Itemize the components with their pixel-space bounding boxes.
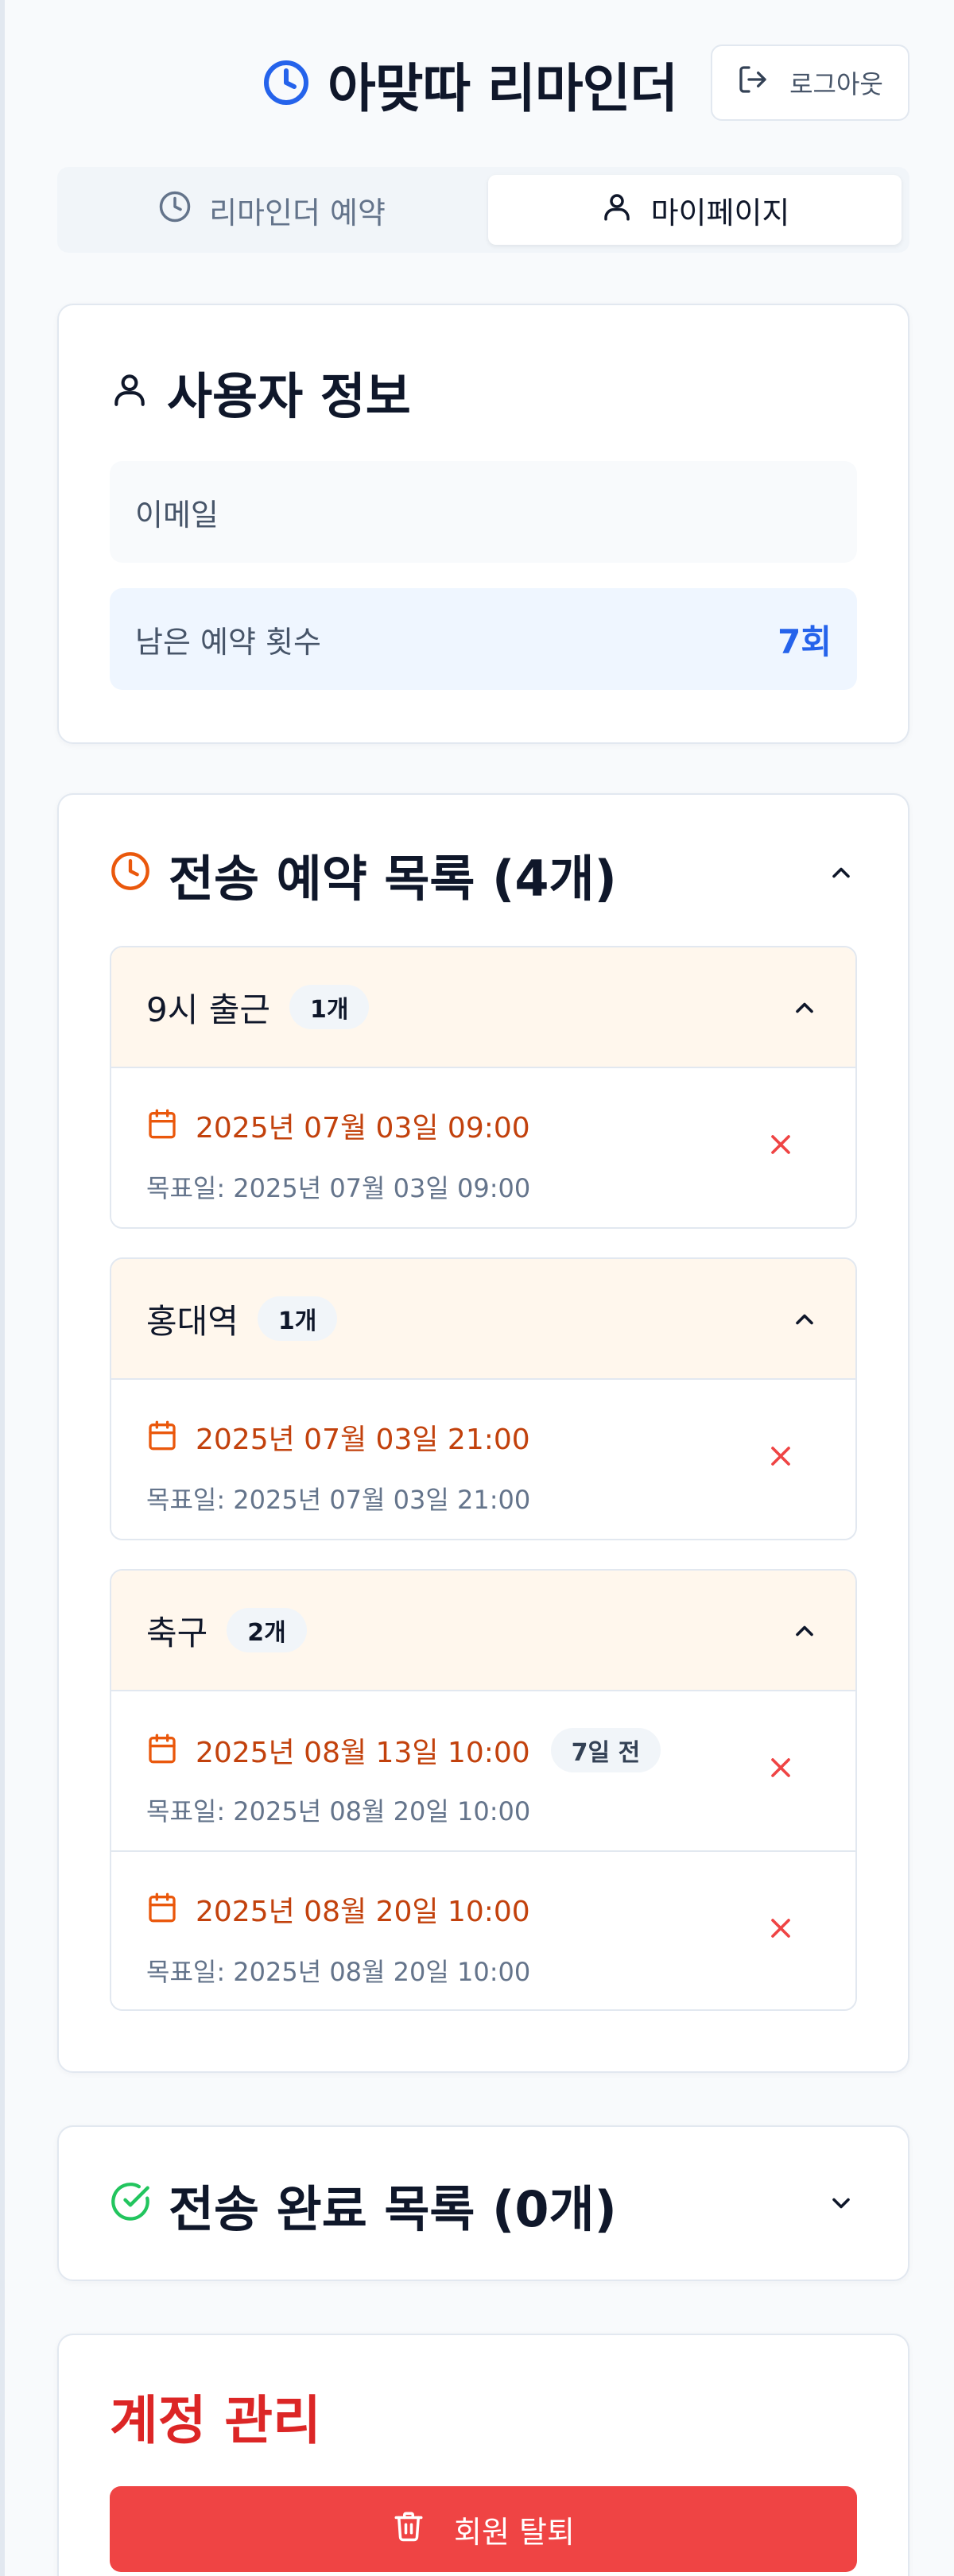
app-title: 아맞따 리마인더 [262,45,678,124]
remaining-label: 남은 예약 횟수 [135,624,321,660]
reminder-item: 2025년 08월 20일 10:00 목표일: 2025년 08월 20일 1… [111,1850,855,2009]
remaining-count-row: 남은 예약 횟수 7회 [110,588,857,690]
tab-reminder-booking[interactable]: 리마인더 예약 [65,175,479,245]
close-icon [765,1912,797,1947]
tab-label: 리마인더 예약 [209,195,386,230]
completed-list-title-text: 전송 완료 목록 (0개) [169,2180,617,2238]
logout-icon [737,64,769,102]
logout-button[interactable]: 로그아웃 [711,45,909,121]
app-title-text: 아맞따 리마인더 [328,58,678,119]
reminder-group-header[interactable]: 9시 출근 1개 [111,947,855,1068]
reminder-group: 9시 출근 1개 2025년 07월 03일 09:00 목표일: 2025년 … [110,946,857,1229]
reminder-date: 2025년 07월 03일 09:00 [196,1112,530,1145]
reminder-date: 2025년 08월 20일 10:00 [196,1896,530,1928]
tab-label: 마이페이지 [650,195,790,230]
reminder-group-header[interactable]: 홍대역 1개 [111,1259,855,1380]
user-info-title-text: 사용자 정보 [167,367,411,425]
withdraw-label: 회원 탈퇴 [454,2514,575,2550]
user-icon [600,190,634,230]
reminder-group: 홍대역 1개 2025년 07월 03일 21:00 목표일: 2025년 07… [110,1257,857,1540]
reminder-item: 2025년 08월 13일 10:00 7일 전 목표일: 2025년 08월 … [111,1691,855,1850]
calendar-icon [146,1108,178,1143]
page: 아맞따 리마인더 로그아웃 리마인더 예약 마이페이지 사용자 정보 이메일 남… [0,0,954,2576]
reminder-date-line: 2025년 08월 20일 10:00 [146,1888,530,1930]
logout-label: 로그아웃 [789,69,883,99]
delete-reminder-button[interactable] [763,1752,798,1787]
trash-icon [392,2509,425,2550]
remaining-value: 7회 [778,622,832,661]
group-name: 9시 출근 [146,990,270,1029]
scheduled-list-title-text: 전송 예약 목록 (4개) [169,850,617,908]
calendar-icon [146,1733,178,1768]
clock-icon [110,846,151,904]
days-before-badge: 7일 전 [550,1728,661,1772]
group-count-badge: 1개 [289,985,370,1029]
reminder-date-line: 2025년 07월 03일 21:00 [146,1416,530,1458]
reminder-item: 2025년 07월 03일 21:00 목표일: 2025년 07월 03일 2… [111,1380,855,1539]
close-icon [765,1440,797,1475]
user-info-title: 사용자 정보 [110,356,411,428]
chevron-down-icon [827,2189,855,2221]
clock-icon [158,190,192,230]
email-row: 이메일 [110,461,857,563]
chevron-up-icon [827,858,855,890]
collapse-scheduled-button[interactable] [825,858,857,890]
delete-reminder-button[interactable] [763,1912,798,1947]
group-count-badge: 2개 [227,1608,307,1652]
reminder-item: 2025년 07월 03일 09:00 목표일: 2025년 07월 03일 0… [111,1068,855,1227]
tab-mypage[interactable]: 마이페이지 [488,175,902,245]
group-name: 홍대역 [146,1301,238,1341]
withdraw-account-button[interactable]: 회원 탈퇴 [110,2486,857,2572]
reminder-group-header[interactable]: 축구 2개 [111,1571,855,1691]
account-management-title: 계정 관리 [110,2390,321,2451]
user-info-card: 사용자 정보 이메일 남은 예약 횟수 7회 [57,304,909,744]
group-name: 축구 [146,1613,208,1652]
left-edge-divider [0,0,5,2576]
close-icon [765,1129,797,1164]
calendar-icon [146,1892,178,1927]
tab-bar: 리마인더 예약 마이페이지 [57,167,909,253]
reminder-date: 2025년 08월 13일 10:00 [196,1737,530,1769]
clock-icon [262,59,310,110]
reminder-date-line: 2025년 07월 03일 09:00 [146,1105,530,1146]
close-icon [765,1752,797,1787]
completed-list-card: 전송 완료 목록 (0개) [57,2125,909,2281]
reminder-group: 축구 2개 2025년 08월 13일 10:00 7일 전 목표일: 2025 [110,1569,857,2011]
email-label: 이메일 [135,497,219,533]
scheduled-list-card: 전송 예약 목록 (4개) 9시 출근 1개 2025년 07월 03일 09:… [57,793,909,2073]
reminder-target-date: 목표일: 2025년 07월 03일 21:00 [146,1485,531,1515]
delete-reminder-button[interactable] [763,1129,798,1164]
header: 아맞따 리마인더 로그아웃 [0,45,954,124]
reminder-target-date: 목표일: 2025년 08월 20일 10:00 [146,1796,531,1826]
calendar-icon [146,1420,178,1455]
reminder-target-date: 목표일: 2025년 07월 03일 09:00 [146,1173,531,1203]
delete-reminder-button[interactable] [763,1440,798,1475]
scheduled-list-title: 전송 예약 목록 (4개) [110,836,617,912]
account-management-card: 계정 관리 회원 탈퇴 [57,2334,909,2576]
chevron-up-icon [789,1615,820,1647]
user-icon [110,363,149,421]
expand-completed-button[interactable] [825,2189,857,2221]
reminder-date-line: 2025년 08월 13일 10:00 7일 전 [146,1728,661,1772]
reminder-target-date: 목표일: 2025년 08월 20일 10:00 [146,1957,531,1987]
check-circle-icon [110,2176,151,2234]
chevron-up-icon [789,992,820,1024]
chevron-up-icon [789,1303,820,1335]
group-count-badge: 1개 [257,1296,338,1341]
completed-list-title: 전송 완료 목록 (0개) [110,2167,617,2243]
reminder-date: 2025년 07월 03일 21:00 [196,1424,530,1456]
